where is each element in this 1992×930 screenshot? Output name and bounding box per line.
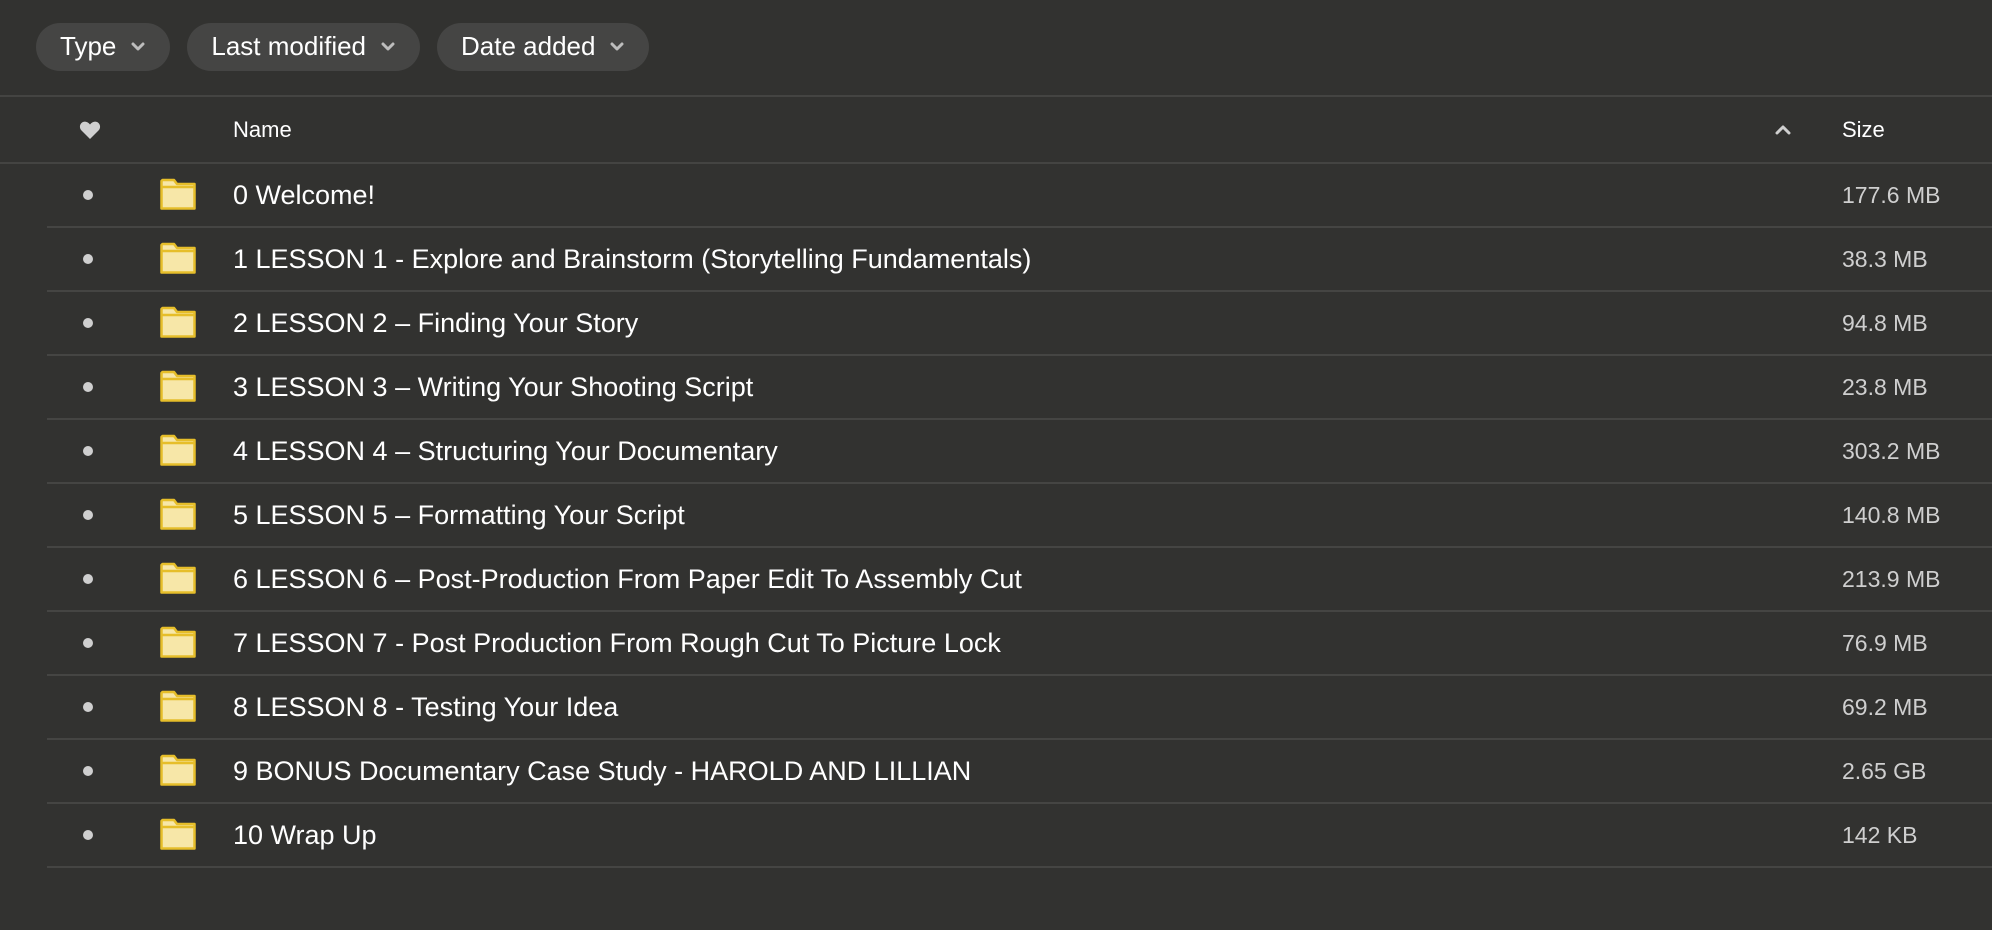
filter-bar: Type Last modified Date added <box>0 0 1992 97</box>
bullet-icon <box>83 318 93 328</box>
folder-icon <box>160 626 196 658</box>
row-name[interactable]: 7 LESSON 7 - Post Production From Rough … <box>233 628 1001 659</box>
row-name[interactable]: 10 Wrap Up <box>233 820 377 851</box>
folder-icon <box>160 498 196 530</box>
last-modified-filter-button[interactable]: Last modified <box>187 22 421 71</box>
row-size: 94.8 MB <box>1842 309 1928 336</box>
folder-icon <box>160 370 196 402</box>
table-row[interactable]: 5 LESSON 5 – Formatting Your Script 140.… <box>47 484 1992 548</box>
row-name[interactable]: 0 Welcome! <box>233 180 375 211</box>
row-size: 76.9 MB <box>1842 629 1928 656</box>
file-list: 0 Welcome! 177.6 MB 1 LESSON 1 - Explore… <box>47 164 1992 868</box>
bullet-icon <box>83 510 93 520</box>
folder-icon <box>160 306 196 338</box>
table-header: Name Size <box>0 97 1992 164</box>
folder-icon <box>160 690 196 722</box>
date-added-filter-button[interactable]: Date added <box>437 22 650 71</box>
table-row[interactable]: 0 Welcome! 177.6 MB <box>47 164 1992 228</box>
row-size: 140.8 MB <box>1842 501 1941 528</box>
row-name[interactable]: 9 BONUS Documentary Case Study - HAROLD … <box>233 756 971 787</box>
name-column-header[interactable]: Name <box>233 117 292 143</box>
bullet-icon <box>83 382 93 392</box>
bullet-icon <box>83 766 93 776</box>
bullet-icon <box>83 190 93 200</box>
row-name[interactable]: 4 LESSON 4 – Structuring Your Documentar… <box>233 436 778 467</box>
row-name[interactable]: 3 LESSON 3 – Writing Your Shooting Scrip… <box>233 372 753 403</box>
row-size: 142 KB <box>1842 821 1918 848</box>
table-row[interactable]: 4 LESSON 4 – Structuring Your Documentar… <box>47 420 1992 484</box>
heart-icon[interactable] <box>78 120 102 140</box>
table-row[interactable]: 6 LESSON 6 – Post-Production From Paper … <box>47 548 1992 612</box>
row-size: 213.9 MB <box>1842 565 1941 592</box>
row-name[interactable]: 8 LESSON 8 - Testing Your Idea <box>233 692 618 723</box>
row-name[interactable]: 6 LESSON 6 – Post-Production From Paper … <box>233 564 1022 595</box>
row-size: 38.3 MB <box>1842 245 1928 272</box>
folder-icon <box>160 562 196 594</box>
chevron-down-icon <box>609 39 625 55</box>
folder-icon <box>160 818 196 850</box>
table-row[interactable]: 1 LESSON 1 - Explore and Brainstorm (Sto… <box>47 228 1992 292</box>
chevron-down-icon <box>130 39 146 55</box>
row-size: 2.65 GB <box>1842 757 1927 784</box>
folder-icon <box>160 754 196 786</box>
row-size: 177.6 MB <box>1842 181 1941 208</box>
folder-icon <box>160 242 196 274</box>
row-size: 69.2 MB <box>1842 693 1928 720</box>
chevron-up-icon[interactable] <box>1775 125 1791 135</box>
bullet-icon <box>83 638 93 648</box>
table-row[interactable]: 9 BONUS Documentary Case Study - HAROLD … <box>47 740 1992 804</box>
folder-icon <box>160 434 196 466</box>
table-row[interactable]: 10 Wrap Up 142 KB <box>47 804 1992 868</box>
last-modified-filter-label: Last modified <box>211 31 367 61</box>
bullet-icon <box>83 702 93 712</box>
date-added-filter-label: Date added <box>461 31 596 61</box>
row-size: 23.8 MB <box>1842 373 1928 400</box>
bullet-icon <box>83 254 93 264</box>
type-filter-button[interactable]: Type <box>36 22 171 71</box>
table-row[interactable]: 2 LESSON 2 – Finding Your Story 94.8 MB <box>47 292 1992 356</box>
bullet-icon <box>83 574 93 584</box>
folder-icon <box>160 178 196 210</box>
row-name[interactable]: 1 LESSON 1 - Explore and Brainstorm (Sto… <box>233 244 1031 275</box>
table-row[interactable]: 7 LESSON 7 - Post Production From Rough … <box>47 612 1992 676</box>
table-row[interactable]: 3 LESSON 3 – Writing Your Shooting Scrip… <box>47 356 1992 420</box>
type-filter-label: Type <box>60 31 117 61</box>
row-size: 303.2 MB <box>1842 437 1941 464</box>
bullet-icon <box>83 446 93 456</box>
size-column-header[interactable]: Size <box>1842 117 1885 143</box>
table-row[interactable]: 8 LESSON 8 - Testing Your Idea 69.2 MB <box>47 676 1992 740</box>
chevron-down-icon <box>380 39 396 55</box>
bullet-icon <box>83 830 93 840</box>
row-name[interactable]: 5 LESSON 5 – Formatting Your Script <box>233 500 685 531</box>
row-name[interactable]: 2 LESSON 2 – Finding Your Story <box>233 308 638 339</box>
